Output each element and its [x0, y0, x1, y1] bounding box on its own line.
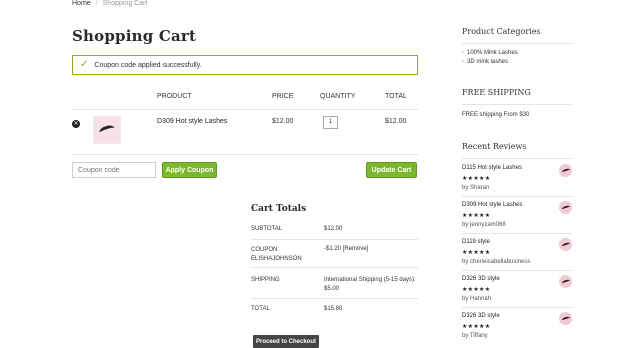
apply-coupon-button[interactable]: Apply Coupon — [162, 162, 217, 178]
proceed-to-checkout-button[interactable]: Proceed to Checkout — [253, 335, 319, 348]
header-product: PRODUCT — [157, 93, 192, 100]
review-divider — [462, 233, 572, 234]
shipping-label: SHIPPING — [251, 277, 280, 283]
free-shipping-text: FREE shipping From $30 — [462, 112, 530, 118]
review-thumbnail[interactable] — [559, 201, 572, 214]
recent-reviews-title: Recent Reviews — [462, 142, 527, 151]
header-price: PRICE — [272, 93, 294, 100]
category-item[interactable]: › 100% Mink Lashes — [462, 50, 518, 56]
coupon-label: COUPON: — [251, 247, 280, 253]
shipping-value: $5.00 — [324, 286, 340, 292]
subtotal-label: SUBTOTAL — [251, 226, 283, 232]
review-thumbnail[interactable] — [559, 275, 572, 288]
breadcrumb-current: Shopping Cart — [102, 0, 148, 7]
review-author: by jennyzam068 — [462, 222, 506, 228]
review-stars: ★★★★★ — [462, 324, 491, 330]
bullet-icon: › — [462, 59, 464, 65]
total-value: $15.80 — [324, 306, 343, 312]
category-label: 3D mink lashes — [467, 59, 509, 65]
table-divider — [72, 109, 418, 110]
coupon-code: ELISHAJOHNSON — [251, 256, 302, 262]
breadcrumb-separator: / — [95, 0, 98, 7]
category-label: 100% Mink Lashes — [467, 50, 518, 56]
review-product-link[interactable]: D115 Hot style Lashes — [462, 165, 522, 171]
category-item[interactable]: › 3D mink lashes — [462, 59, 508, 65]
cart-totals-title: Cart Totals — [251, 204, 307, 214]
lash-image — [561, 278, 570, 285]
coupon-success-notice: ✓ Coupon code applied successfully. — [72, 55, 418, 75]
totals-divider — [251, 239, 418, 240]
widget-divider — [462, 104, 572, 105]
lash-image — [98, 123, 116, 137]
coupon-value: -$1.20 — [324, 246, 342, 252]
shipping-method: International Shipping (5-15 days): — [324, 277, 416, 283]
breadcrumb-home-link[interactable]: Home — [72, 0, 91, 7]
coupon-code-input[interactable] — [72, 162, 156, 178]
lash-image — [561, 315, 570, 322]
review-product-link[interactable]: D119 style — [462, 239, 490, 245]
review-product-link[interactable]: D326 3D style — [462, 313, 500, 319]
review-thumbnail[interactable] — [559, 312, 572, 325]
item-total: $12.00 — [385, 118, 407, 125]
table-divider — [72, 154, 418, 155]
lash-image — [561, 167, 570, 174]
review-stars: ★★★★★ — [462, 213, 491, 219]
widget-divider — [462, 43, 572, 44]
review-product-link[interactable]: D309 Hot style Lashes — [462, 202, 522, 208]
widget-divider — [462, 158, 572, 159]
review-stars: ★★★★★ — [462, 250, 491, 256]
review-author: by Hannah — [462, 296, 492, 302]
review-divider — [462, 196, 572, 197]
header-quantity: QUANTITY — [320, 93, 356, 100]
item-price: $12.00 — [272, 118, 294, 125]
check-icon: ✓ — [80, 59, 89, 70]
remove-item-button[interactable]: ✕ — [72, 120, 80, 128]
notice-text: Coupon code applied successfully. — [94, 61, 202, 69]
review-thumbnail[interactable] — [559, 164, 572, 177]
free-shipping-title: FREE SHIPPING — [462, 88, 531, 97]
review-author: by cherieisabellabusiness — [462, 259, 531, 265]
total-label: TOTAL — [251, 306, 270, 312]
header-total: TOTAL — [385, 93, 407, 100]
remove-coupon-link[interactable]: [Remove] — [343, 246, 369, 252]
page-title: Shopping Cart — [72, 27, 197, 45]
subtotal-value: $12.00 — [324, 226, 343, 232]
review-thumbnail[interactable] — [559, 238, 572, 251]
product-thumbnail[interactable] — [93, 116, 121, 144]
review-divider — [462, 270, 572, 271]
review-stars: ★★★★★ — [462, 176, 491, 182]
breadcrumb: Home / Shopping Cart — [72, 0, 147, 7]
review-stars: ★★★★★ — [462, 287, 491, 293]
lash-image — [561, 241, 570, 248]
product-name-link[interactable]: D309 Hot style Lashes — [157, 118, 227, 125]
quantity-input[interactable]: 1 — [323, 116, 338, 129]
totals-divider — [251, 267, 418, 268]
review-author: by Tiffany — [462, 333, 488, 339]
review-divider — [462, 307, 572, 308]
lash-image — [561, 204, 570, 211]
review-product-link[interactable]: D326 3D style — [462, 276, 500, 282]
categories-title: Product Categories — [462, 27, 541, 36]
coupon-discount: -$1.20 [Remove] — [324, 245, 368, 254]
bullet-icon: › — [462, 50, 464, 56]
update-cart-button[interactable]: Update Cart — [366, 162, 417, 178]
totals-divider — [251, 298, 418, 299]
review-author: by Sharan — [462, 185, 490, 191]
